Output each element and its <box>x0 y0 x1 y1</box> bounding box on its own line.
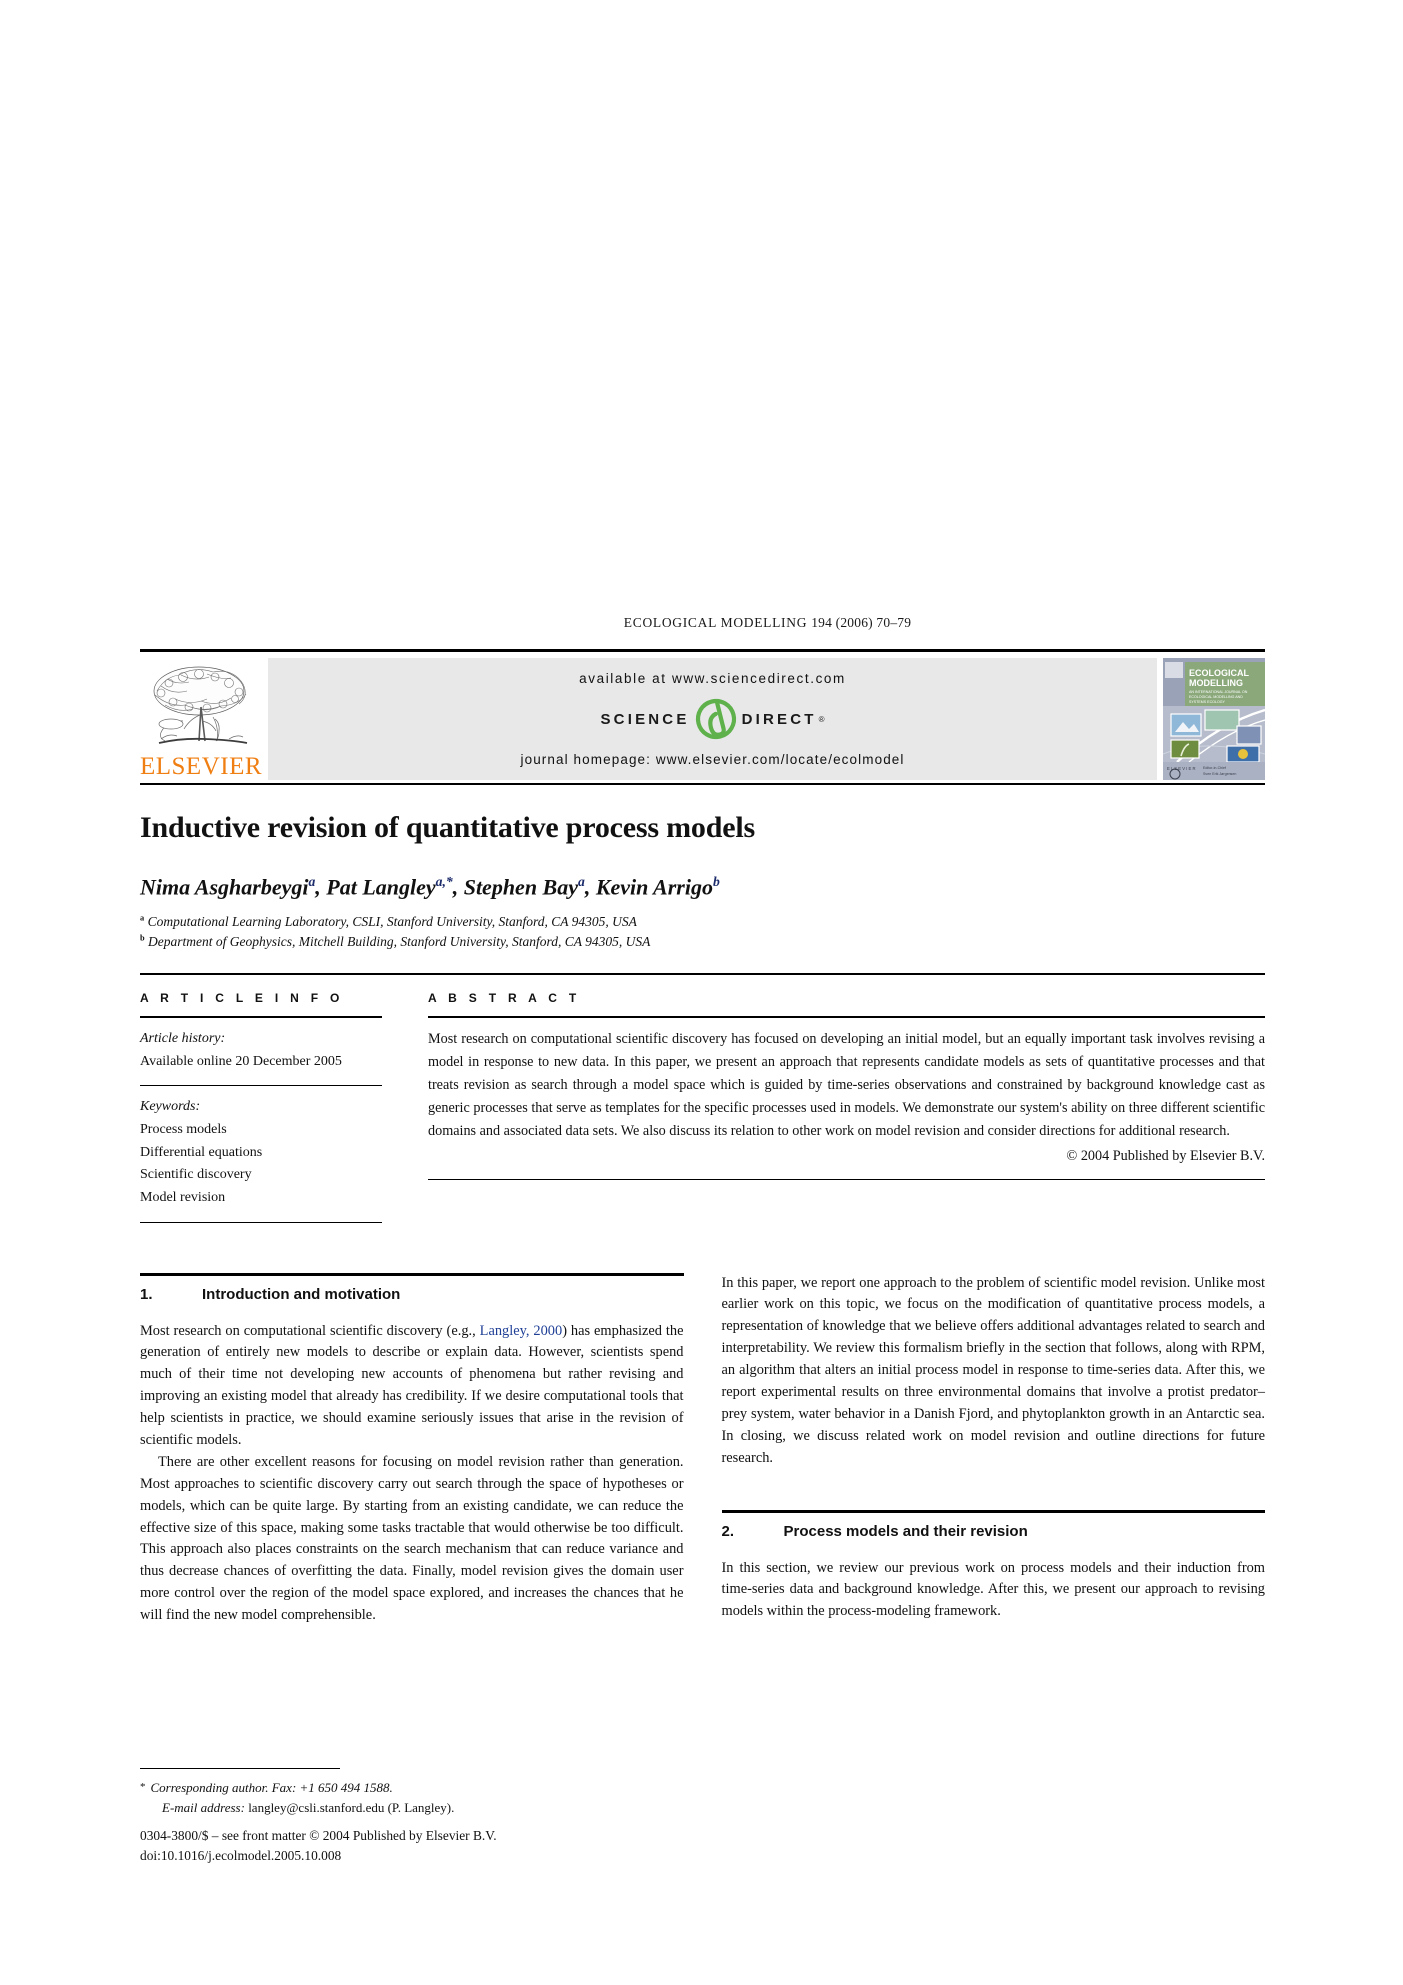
article-history: Article history: Available online 20 Dec… <box>140 1028 382 1073</box>
keyword-item: Process models <box>140 1121 227 1137</box>
footnote-block: * Corresponding author. Fax: +1 650 494 1… <box>140 1768 670 1867</box>
article-info-heading: A R T I C L E I N F O <box>140 990 344 1005</box>
running-head-volume: 194 (2006) 70–79 <box>811 615 912 630</box>
abstract-column: A B S T R A C T Most research on computa… <box>406 991 1265 1233</box>
email-note: E-mail address: langley@csli.stanford.ed… <box>140 1798 670 1818</box>
affiliation-text: Computational Learning Laboratory, CSLI,… <box>147 913 637 929</box>
affiliation-block: a Computational Learning Laboratory, CSL… <box>140 912 1265 953</box>
svg-text:Sven Erik Jørgensen: Sven Erik Jørgensen <box>1203 772 1236 776</box>
sciencedirect-trademark: ® <box>818 714 825 724</box>
keywords-block: Keywords: Process models Differential eq… <box>140 1096 382 1209</box>
elsevier-logo: ELSEVIER <box>140 655 262 783</box>
paragraph: There are other excellent reasons for fo… <box>140 1453 684 1624</box>
author-name: Pat Langley <box>326 873 436 899</box>
section-1-rule <box>140 1272 684 1276</box>
article-info-rule <box>140 1015 382 1018</box>
affiliation-mark: a <box>140 913 145 923</box>
author-affiliation-mark: a <box>308 873 316 889</box>
sciencedirect-left-word: SCIENCE <box>600 710 690 728</box>
section-2-rule <box>721 1509 1265 1513</box>
journal-homepage-text: journal homepage: www.elsevier.com/locat… <box>520 752 905 767</box>
available-at-text: available at www.sciencedirect.com <box>579 671 846 686</box>
section-1-number: 1. <box>140 1285 153 1303</box>
running-head-journal: ECOLOGICAL MODELLING <box>623 615 808 630</box>
svg-text:SYSTEMS ECOLOGY: SYSTEMS ECOLOGY <box>1189 700 1226 704</box>
article-history-value: Available online 20 December 2005 <box>140 1053 342 1069</box>
keywords-label: Keywords: <box>140 1099 201 1115</box>
masthead-top-rule <box>140 649 1265 652</box>
abstract-bottom-rule <box>428 1178 1265 1180</box>
article-info-column: A R T I C L E I N F O Article history: A… <box>140 991 406 1233</box>
section-2-heading: 2. Process models and their revision <box>722 1523 1266 1540</box>
paragraph: In this section, we review our previous … <box>721 1559 1266 1620</box>
journal-cover-art: ECOLOGICAL MODELLING AN INTERNATIONAL JO… <box>1163 658 1265 780</box>
author-name: Nima Asgharbeygi <box>140 873 309 899</box>
paragraph: In this paper, we report one approach to… <box>721 1274 1266 1466</box>
affiliation-item: b Department of Geophysics, Mitchell Bui… <box>140 932 1265 953</box>
email-value: langley@csli.stanford.edu (P. Langley). <box>248 1800 455 1816</box>
elsevier-wordmark: ELSEVIER <box>139 753 263 780</box>
paper-sheet: ECOLOGICAL MODELLING 194 (2006) 70–79 EL… <box>140 615 1265 1627</box>
section-1-title: Introduction and motivation <box>202 1285 401 1303</box>
footnote-asterisk-icon: * <box>140 1781 146 1793</box>
section-2-title: Process models and their revision <box>783 1522 1028 1540</box>
svg-text:ECOLOGICAL: ECOLOGICAL <box>1189 668 1250 678</box>
email-label: E-mail address: <box>162 1800 245 1816</box>
article-info-divider <box>140 1085 382 1087</box>
author-name: Stephen Bay <box>463 873 578 899</box>
elsevier-tree-icon <box>153 666 248 744</box>
keyword-item: Scientific discovery <box>140 1167 252 1183</box>
paragraph-text-after-citation: ) has emphasized the generation of entir… <box>140 1322 684 1449</box>
section-1-heading: 1. Introduction and motivation <box>140 1286 684 1303</box>
sciencedirect-d-icon <box>695 698 736 740</box>
svg-text:ECOLOGICAL MODELLING AND: ECOLOGICAL MODELLING AND <box>1189 695 1243 699</box>
author-affiliation-mark: b <box>712 873 720 889</box>
front-matter-line: 0304-3800/$ – see front matter © 2004 Pu… <box>140 1828 497 1844</box>
svg-text:Editor-in-Chief: Editor-in-Chief <box>1203 766 1226 770</box>
column-spacer <box>722 1470 1266 1510</box>
paragraph: Most research on computational scientifi… <box>140 1321 684 1452</box>
info-abstract-block: A R T I C L E I N F O Article history: A… <box>140 972 1265 1233</box>
running-head: ECOLOGICAL MODELLING 194 (2006) 70–79 <box>140 615 1265 631</box>
paper-page: ECOLOGICAL MODELLING 194 (2006) 70–79 EL… <box>0 0 1403 1985</box>
body-two-column: 1. Introduction and motivation Most rese… <box>140 1272 1266 1627</box>
body-left-column: 1. Introduction and motivation Most rese… <box>140 1272 684 1627</box>
section-2-number: 2. <box>721 1522 735 1540</box>
article-info-bottom-rule <box>140 1221 382 1223</box>
body-right-column: In this paper, we report one approach to… <box>721 1273 1266 1627</box>
journal-cover-thumbnail: ECOLOGICAL MODELLING AN INTERNATIONAL JO… <box>1163 658 1265 780</box>
abstract-text: Most research on computational scientifi… <box>428 1030 1265 1140</box>
sciencedirect-logo: SCIENCE DIRECT ® <box>600 696 825 742</box>
article-history-label: Article history: <box>140 1030 226 1046</box>
affiliation-text: Department of Geophysics, Mitchell Build… <box>148 934 651 950</box>
author-list: Nima Asgharbeygia, Pat Langleya,*, Steph… <box>140 873 720 899</box>
svg-text:AN INTERNATIONAL JOURNAL ON: AN INTERNATIONAL JOURNAL ON <box>1189 690 1248 694</box>
author-affiliation-mark: a <box>578 873 585 889</box>
footnote-rule <box>140 1768 340 1769</box>
author-affiliation-mark: a,* <box>435 873 453 889</box>
masthead-bottom-rule <box>140 783 1265 785</box>
affiliation-mark: b <box>140 933 145 943</box>
sciencedirect-right-word: DIRECT <box>741 710 817 728</box>
abstract-heading: A B S T R A C T <box>428 990 581 1005</box>
keyword-item: Differential equations <box>140 1144 263 1160</box>
abstract-copyright: © 2004 Published by Elsevier B.V. <box>1066 1147 1266 1164</box>
author-name: Kevin Arrigo <box>595 873 713 899</box>
corresponding-author-note: * Corresponding author. Fax: +1 650 494 1… <box>140 1778 670 1798</box>
svg-text:MODELLING: MODELLING <box>1189 678 1243 688</box>
keyword-item: Model revision <box>140 1189 226 1205</box>
masthead-center-panel: available at www.sciencedirect.com SCIEN… <box>268 658 1157 780</box>
doi-line: doi:10.1016/j.ecolmodel.2005.10.008 <box>140 1848 342 1864</box>
paragraph-text-before-citation: Most research on computational scientifi… <box>140 1322 480 1339</box>
journal-masthead: ELSEVIER available at www.sciencedirect.… <box>140 655 1265 783</box>
abstract-rule <box>428 1015 1265 1018</box>
page-title: Inductive revision of quantitative proce… <box>140 811 755 844</box>
citation-link-langley-2000[interactable]: Langley, 2000 <box>480 1323 563 1339</box>
corresponding-author-text: Corresponding author. Fax: +1 650 494 15… <box>150 1780 393 1795</box>
affiliation-item: a Computational Learning Laboratory, CSL… <box>140 912 1265 933</box>
